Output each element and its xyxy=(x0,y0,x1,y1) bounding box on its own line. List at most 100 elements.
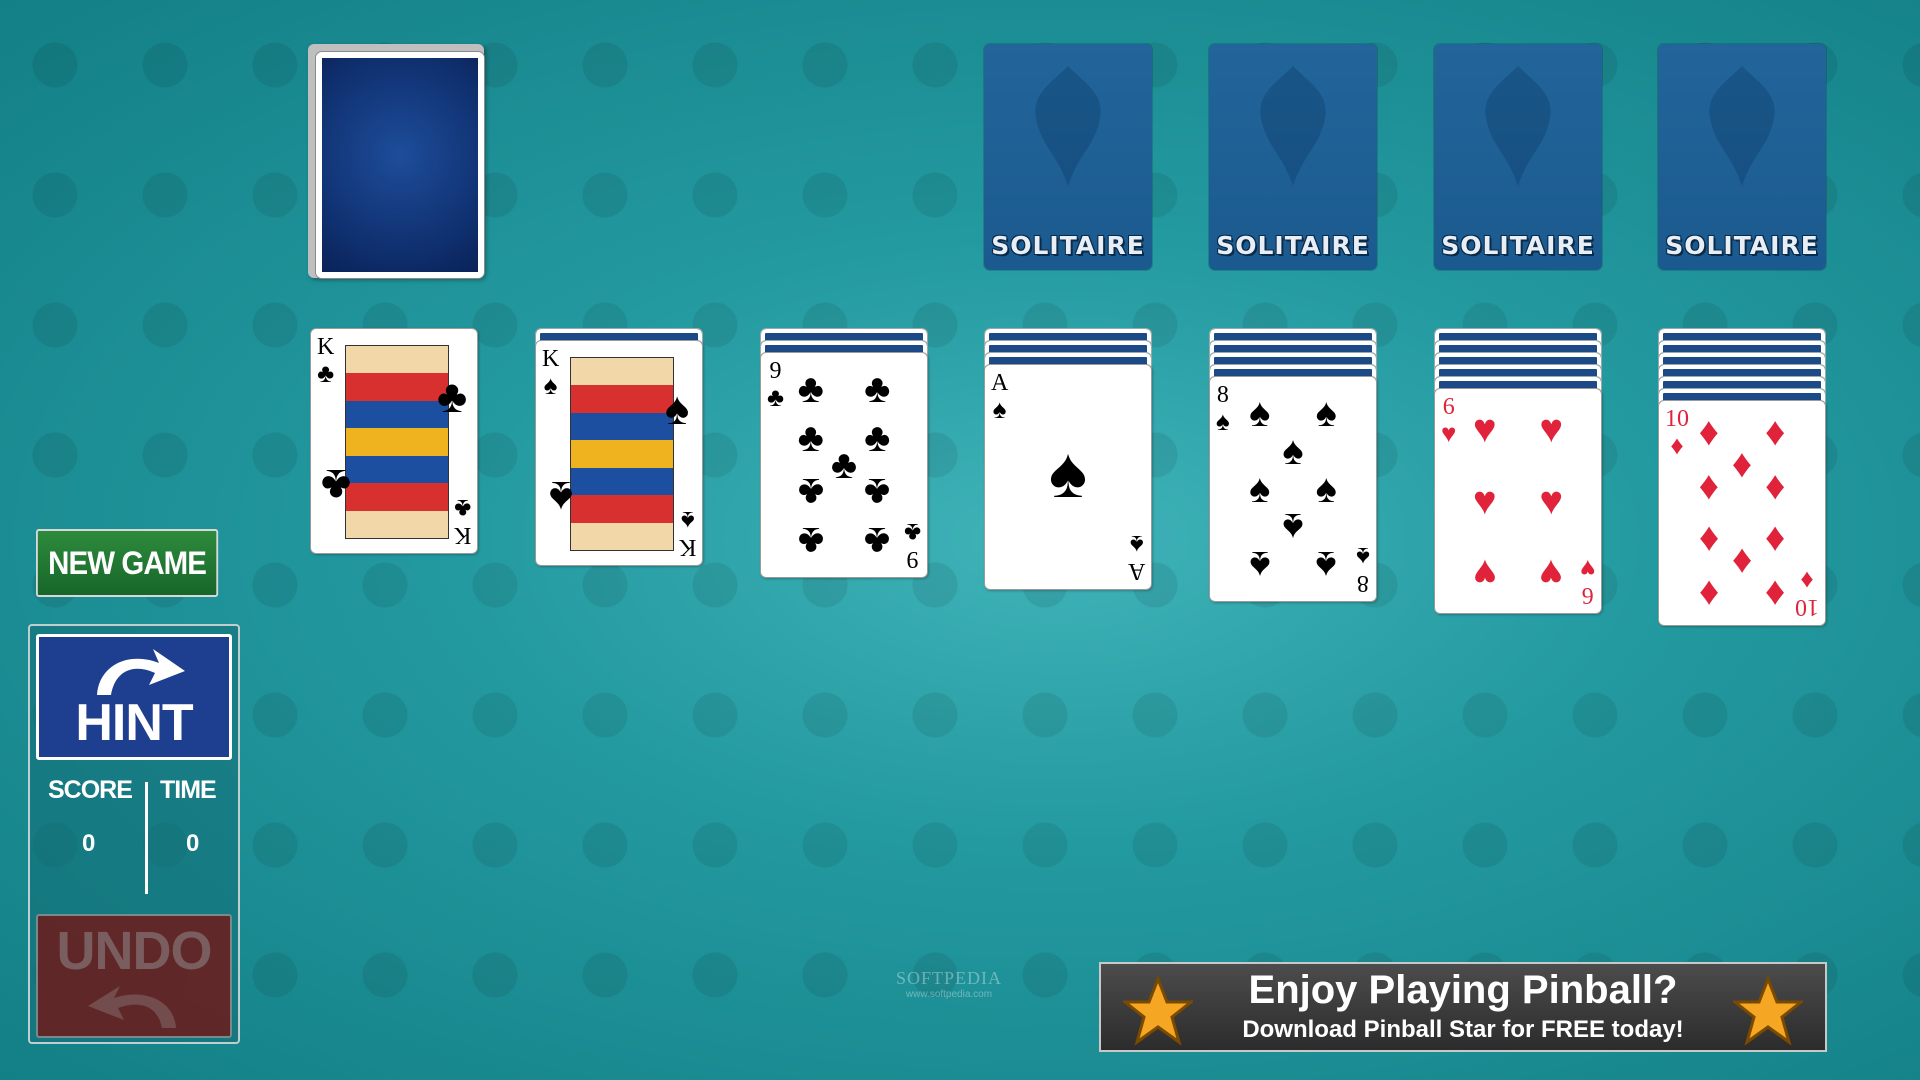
card-rank: 10 xyxy=(1795,594,1819,620)
artwork-band xyxy=(346,346,448,374)
artwork-band xyxy=(346,483,448,511)
suit-icon: ♦ xyxy=(1698,517,1720,562)
tableau-card[interactable]: 9 ♣ 9 ♣ ♣ ♣ ♣ ♣ ♣ ♣ ♣ ♣ ♣ xyxy=(760,352,928,578)
card-rank: 6 xyxy=(1442,394,1455,420)
card-rank: 8 xyxy=(1216,382,1229,408)
suit-icon: ♦ xyxy=(1731,540,1753,585)
star-icon xyxy=(1733,976,1803,1046)
ad-headline: Enjoy Playing Pinball? xyxy=(1248,968,1678,1012)
card-index: 9 ♣ xyxy=(904,518,921,572)
ad-banner[interactable]: Enjoy Playing Pinball? Download Pinball … xyxy=(1099,962,1827,1052)
card-rank: 10 xyxy=(1665,406,1689,432)
suit-icon: ♦ xyxy=(1800,566,1814,595)
hint-button[interactable]: HINT xyxy=(36,634,232,760)
suit-icon: ♣ xyxy=(797,469,824,514)
suit-icon: ♦ xyxy=(1764,464,1786,509)
ad-subline: Download Pinball Star for FREE today! xyxy=(1242,1016,1684,1043)
foundation-label: SOLITAIRE xyxy=(1665,231,1819,260)
card-rank: A xyxy=(991,370,1009,396)
card-rank: K xyxy=(453,522,471,548)
suit-icon: ♠ xyxy=(680,506,695,535)
card-rank: A xyxy=(1127,558,1145,584)
artwork-band xyxy=(346,428,448,456)
foundation-4[interactable]: SOLITAIRE xyxy=(1658,44,1826,270)
suit-icon: ♠ xyxy=(1249,390,1271,435)
artwork-band xyxy=(571,385,673,413)
score-value: 0 xyxy=(82,830,96,857)
ornament-icon xyxy=(1035,66,1101,186)
suit-icon: ♦ xyxy=(1731,441,1753,486)
suit-icon: ♠ xyxy=(1216,407,1230,436)
suit-icon: ♠ xyxy=(1129,530,1144,559)
suit-icon: ♠ xyxy=(1048,432,1088,513)
tableau-card[interactable]: K ♣ K ♣ ♣ ♣ xyxy=(310,328,478,554)
artwork-band xyxy=(346,400,448,429)
card-rank: K xyxy=(678,534,696,560)
suit-icon: ♠ xyxy=(1282,505,1304,550)
card-rank: 6 xyxy=(1581,582,1594,608)
card-rank: K xyxy=(317,334,335,360)
suit-icon: ♣ xyxy=(320,459,351,512)
suit-icon: ♥ xyxy=(1539,550,1564,595)
card-index: A ♠ xyxy=(1127,530,1145,584)
suit-icon: ♣ xyxy=(864,416,891,461)
undo-button[interactable]: UNDO xyxy=(36,914,232,1038)
suit-icon: ♠ xyxy=(1356,542,1370,571)
tableau-card[interactable]: 8 ♠ 8 ♠ ♠ ♠ ♠ ♠ ♠ ♠ ♠ ♠ xyxy=(1209,376,1377,602)
suit-icon: ♠ xyxy=(992,395,1007,424)
king-artwork xyxy=(570,357,674,551)
artwork-band xyxy=(571,495,673,523)
card-index: A ♠ xyxy=(991,371,1008,423)
artwork-band xyxy=(571,440,673,468)
suit-icon: ♣ xyxy=(797,366,824,411)
foundation-1[interactable]: SOLITAIRE xyxy=(984,44,1152,270)
game-panel: HINT SCORE TIME 0 0 UNDO xyxy=(28,624,240,1044)
king-artwork xyxy=(345,345,449,539)
foundation-2[interactable]: SOLITAIRE xyxy=(1209,44,1377,270)
foundation-label: SOLITAIRE xyxy=(991,231,1145,260)
suit-icon: ♠ xyxy=(1315,390,1337,435)
stock-pile[interactable] xyxy=(316,52,484,278)
ornament-icon xyxy=(1709,66,1775,186)
tableau-card[interactable]: K ♠ K ♠ ♠ ♠ xyxy=(535,340,703,566)
suit-icon: ♣ xyxy=(453,494,471,523)
suit-icon: ♥ xyxy=(1539,407,1564,452)
card-index: 8 ♠ xyxy=(1356,542,1370,596)
undo-arrow-icon xyxy=(88,986,176,1028)
suit-icon: ♥ xyxy=(1539,479,1564,523)
suit-icon: ♦ xyxy=(1698,464,1720,509)
foundation-3[interactable]: SOLITAIRE xyxy=(1434,44,1602,270)
watermark-url: www.softpedia.com xyxy=(905,989,993,1000)
new-game-button[interactable]: NEW GAME xyxy=(36,529,219,597)
suit-icon: ♦ xyxy=(1764,571,1786,616)
card-index: K ♠ xyxy=(542,347,559,399)
suit-icon: ♦ xyxy=(1698,410,1720,455)
suit-icon: ♠ xyxy=(1249,467,1271,511)
watermark: SOFTPEDIA www.softpedia.com xyxy=(896,968,1002,1000)
tableau-card[interactable]: 10 ♦ 10 ♦ ♦ ♦ ♦ ♦ ♦ ♦ ♦ ♦ ♦ ♦ xyxy=(1658,400,1826,626)
tableau-card[interactable]: 6 ♥ 6 ♥ ♥ ♥ ♥ ♥ ♥ ♥ xyxy=(1434,388,1602,614)
suit-icon: ♣ xyxy=(797,416,824,461)
suit-icon: ♦ xyxy=(1764,517,1786,562)
suit-icon: ♣ xyxy=(797,519,824,564)
time-value: 0 xyxy=(186,830,200,857)
card-index: 10 ♦ xyxy=(1665,407,1689,459)
suit-icon: ♠ xyxy=(1282,428,1304,473)
suit-icon: ♠ xyxy=(1249,543,1271,588)
card-index: 9 ♣ xyxy=(767,359,784,411)
artwork-band xyxy=(571,358,673,386)
artwork-band xyxy=(346,455,448,484)
tableau-card[interactable]: A ♠ A ♠ ♠ xyxy=(984,364,1152,590)
time-label: TIME xyxy=(160,776,217,804)
suit-icon: ♣ xyxy=(767,383,785,412)
card-rank: 9 xyxy=(906,546,919,572)
suit-icon: ♦ xyxy=(1670,431,1684,460)
foundation-label: SOLITAIRE xyxy=(1441,231,1595,260)
suit-icon: ♦ xyxy=(1764,410,1786,455)
card-index: 6 ♥ xyxy=(1441,395,1456,447)
suit-icon: ♠ xyxy=(543,371,558,400)
card-index: 8 ♠ xyxy=(1216,383,1230,435)
suit-icon: ♦ xyxy=(1698,571,1720,616)
suit-icon: ♠ xyxy=(548,471,574,524)
card-index: K ♣ xyxy=(317,335,334,387)
